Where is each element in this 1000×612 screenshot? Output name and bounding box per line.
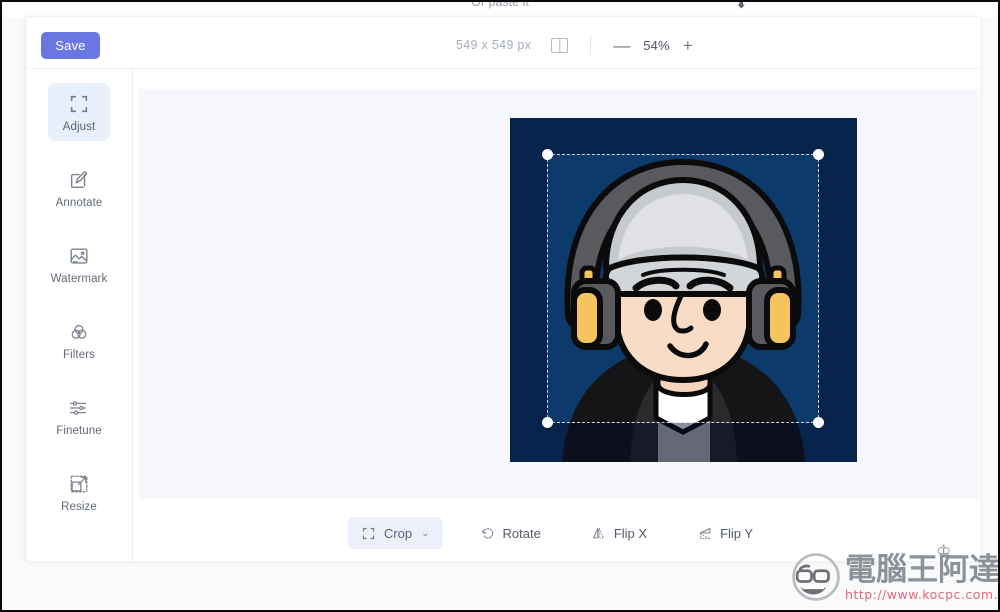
zoom-in-button[interactable]: + (683, 37, 693, 54)
sidebar-item-label: Annotate (56, 197, 103, 209)
image-photo-icon (66, 243, 92, 268)
split-compare-icon[interactable] (551, 38, 568, 53)
flip-x-icon (591, 525, 607, 541)
image-stage[interactable] (510, 118, 857, 462)
tools-sidebar: Adjust Annotate (26, 69, 133, 561)
crop-handle-bottom-right[interactable] (813, 417, 824, 428)
app-root: Or paste it ⬇ Save 549 x 549 px — 54% + (0, 0, 1000, 612)
avatar-artwork (510, 118, 857, 462)
editor-body: Adjust Annotate (26, 69, 980, 561)
sidebar-item-filters[interactable]: Filters (48, 311, 110, 369)
flip-x-button-label: Flip X (614, 526, 647, 541)
canvas-wrapper: Crop ⌄ Rotate (134, 69, 980, 561)
resize-arrow-icon (66, 471, 92, 496)
image-dimensions-label: 549 x 549 px (456, 38, 531, 52)
flip-y-button[interactable]: Flip Y (684, 517, 766, 549)
pencil-square-icon (66, 167, 92, 192)
sidebar-item-annotate[interactable]: Annotate (48, 159, 110, 217)
image-editor-card: Save 549 x 549 px — 54% + (25, 16, 980, 561)
flip-y-icon (697, 525, 713, 541)
zoom-level-label: 54% (643, 38, 670, 53)
rotate-button[interactable]: Rotate (467, 517, 554, 549)
header-controls: 549 x 549 px — 54% + (456, 31, 693, 59)
chevron-down-icon: ⌄ (421, 528, 429, 539)
watermark-url: http://www.kocpc.com.tw (845, 587, 1000, 602)
flip-y-button-label: Flip Y (720, 526, 753, 541)
crop-handle-bottom-left[interactable] (542, 417, 553, 428)
zoom-out-button[interactable]: — (613, 37, 630, 54)
rotate-button-label: Rotate (503, 526, 541, 541)
save-button[interactable]: Save (41, 32, 100, 59)
sidebar-item-finetune[interactable]: Finetune (48, 387, 110, 445)
sliders-icon (66, 395, 92, 420)
sidebar-item-label: Resize (61, 501, 97, 513)
image-canvas[interactable] (139, 89, 979, 499)
flip-x-button[interactable]: Flip X (578, 517, 660, 549)
sidebar-item-label: Adjust (63, 121, 96, 133)
divider (590, 36, 591, 55)
crop-handle-top-left[interactable] (542, 149, 553, 160)
sidebar-item-label: Finetune (56, 425, 102, 437)
paste-hint-text: Or paste it (4, 2, 996, 9)
crop-frame-icon (66, 91, 92, 116)
arrow-down-icon: ⬇ (735, 2, 748, 12)
sidebar-item-label: Filters (63, 349, 95, 361)
sidebar-item-label: Watermark (51, 273, 108, 285)
image-action-bar: Crop ⌄ Rotate (134, 513, 980, 553)
avatar-image (510, 118, 857, 462)
rotate-ccw-icon (480, 525, 496, 541)
sidebar-item-watermark[interactable]: Watermark (48, 235, 110, 293)
crop-frame-icon (361, 525, 377, 541)
sidebar-item-adjust[interactable]: Adjust (48, 83, 110, 141)
crop-button-label: Crop (384, 526, 412, 541)
venn-circles-icon (66, 319, 92, 344)
crop-handle-top-right[interactable] (813, 149, 824, 160)
crop-button[interactable]: Crop ⌄ (348, 517, 443, 549)
sidebar-item-resize[interactable]: Resize (48, 463, 110, 521)
editor-header: Save 549 x 549 px — 54% + (26, 17, 980, 69)
